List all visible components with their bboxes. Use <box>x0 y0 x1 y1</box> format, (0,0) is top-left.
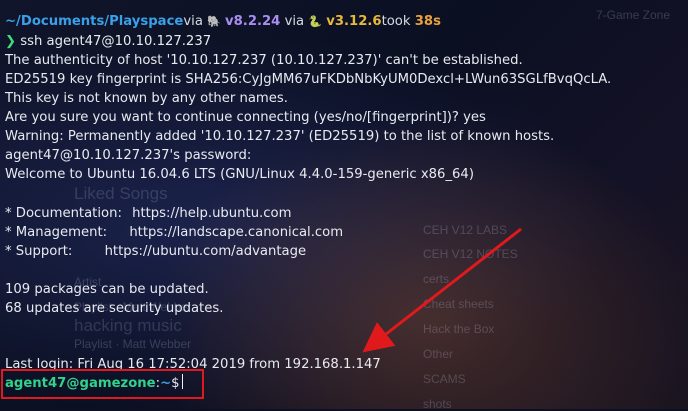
annotation-arrow-icon <box>362 227 522 353</box>
